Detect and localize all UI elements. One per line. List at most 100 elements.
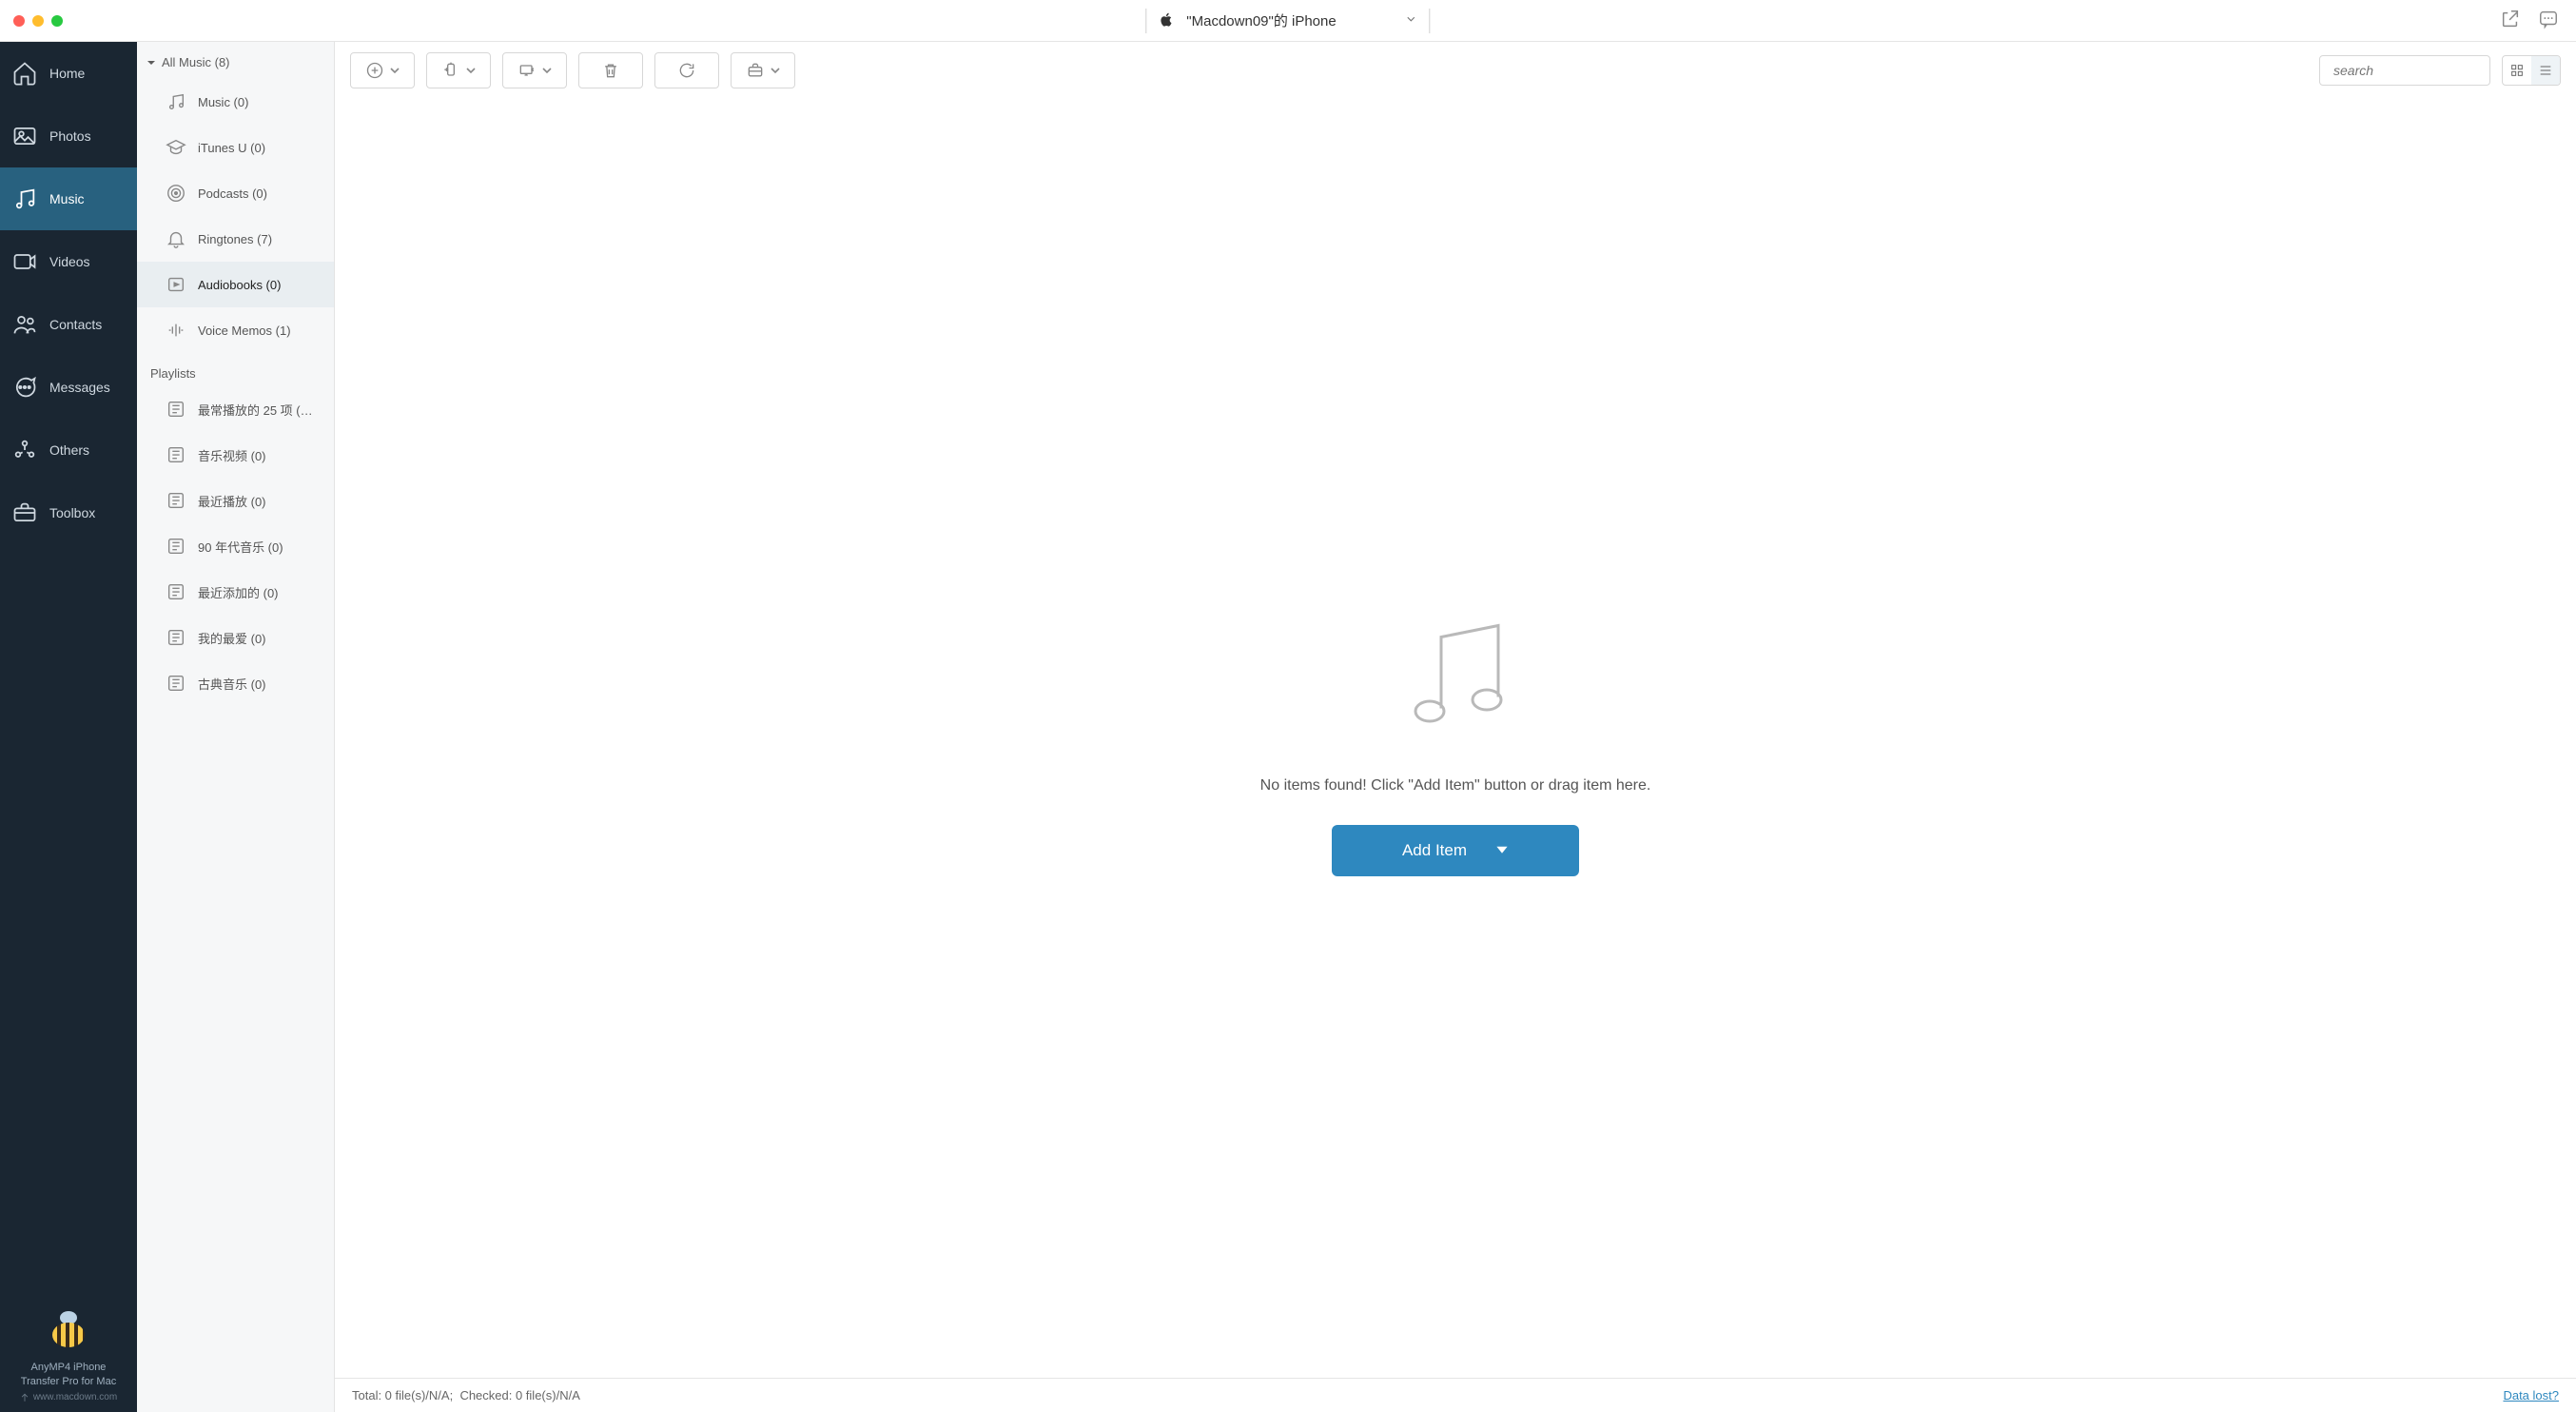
nav-label: Photos [49, 128, 91, 144]
empty-state: No items found! Click "Add Item" button … [335, 99, 2576, 1378]
music-note-icon [166, 91, 186, 112]
playlist-item[interactable]: 90 年代音乐 (0) [137, 523, 334, 569]
chevron-down-icon [390, 61, 400, 80]
share-icon[interactable] [2500, 9, 2521, 32]
nav-others[interactable]: Others [0, 419, 137, 481]
playlist-icon [166, 536, 186, 557]
export-pc-icon [517, 61, 537, 80]
music-icon [11, 186, 38, 212]
list-view-button[interactable] [2531, 56, 2560, 85]
nav-label: Messages [49, 380, 110, 395]
playlist-item[interactable]: 我的最爱 (0) [137, 615, 334, 660]
category-label: iTunes U (0) [198, 141, 265, 155]
all-music-label: All Music (8) [162, 55, 230, 69]
device-name: "Macdown09"的 iPhone [1186, 10, 1336, 30]
bee-logo-icon [43, 1307, 94, 1353]
list-icon [2538, 63, 2553, 78]
playlist-item[interactable]: 音乐视频 (0) [137, 432, 334, 478]
playlist-item[interactable]: 最常播放的 25 项 (… [137, 386, 334, 432]
playlist-item[interactable]: 最近添加的 (0) [137, 569, 334, 615]
content-area: No items found! Click "Add Item" button … [335, 42, 2576, 1412]
playlist-label: 古典音乐 (0) [198, 675, 266, 693]
nav-music[interactable]: Music [0, 167, 137, 230]
playlist-label: 最近添加的 (0) [198, 583, 279, 601]
refresh-icon [677, 61, 696, 80]
others-icon [11, 437, 38, 463]
titlebar: "Macdown09"的 iPhone [0, 0, 2576, 42]
contacts-icon [11, 311, 38, 338]
nav-home[interactable]: Home [0, 42, 137, 105]
audiobook-icon [166, 274, 186, 295]
window-close-button[interactable] [13, 15, 25, 27]
empty-message: No items found! Click "Add Item" button … [1260, 777, 1651, 794]
playlist-label: 最近播放 (0) [198, 492, 266, 510]
plus-circle-icon [365, 61, 384, 80]
category-voicememos[interactable]: Voice Memos (1) [137, 307, 334, 353]
empty-music-icon [1384, 601, 1527, 747]
playlist-icon [166, 490, 186, 511]
brand-line1: AnyMP4 iPhone [0, 1361, 137, 1374]
playlists-section-label: Playlists [137, 353, 334, 386]
status-checked: Checked: 0 file(s)/N/A [459, 1388, 579, 1402]
export-to-pc-button[interactable] [502, 52, 567, 88]
playlist-label: 我的最爱 (0) [198, 629, 266, 647]
nav-messages[interactable]: Messages [0, 356, 137, 419]
chevron-down-icon [466, 61, 476, 80]
category-ringtones[interactable]: Ringtones (7) [137, 216, 334, 262]
feedback-icon[interactable] [2538, 9, 2559, 32]
nav-label: Videos [49, 254, 90, 269]
status-total: Total: 0 file(s)/N/A; [352, 1388, 453, 1402]
category-label: Ringtones (7) [198, 232, 272, 246]
search-box[interactable] [2319, 55, 2490, 86]
import-to-device-button[interactable] [426, 52, 491, 88]
nav-label: Others [49, 442, 89, 458]
nav-label: Music [49, 191, 85, 206]
category-audiobooks[interactable]: Audiobooks (0) [137, 262, 334, 307]
apple-logo-icon [1158, 11, 1175, 30]
playlist-item[interactable]: 最近播放 (0) [137, 478, 334, 523]
device-selector[interactable]: "Macdown09"的 iPhone [1145, 9, 1430, 33]
category-music[interactable]: Music (0) [137, 79, 334, 125]
playlist-icon [166, 581, 186, 602]
grid-view-button[interactable] [2503, 56, 2531, 85]
briefcase-icon [746, 61, 765, 80]
playlist-icon [166, 627, 186, 648]
toolbox-icon [11, 500, 38, 526]
all-music-toggle[interactable]: All Music (8) [137, 42, 334, 79]
playlist-icon [166, 673, 186, 694]
nav-photos[interactable]: Photos [0, 105, 137, 167]
nav-videos[interactable]: Videos [0, 230, 137, 293]
import-device-icon [441, 61, 460, 80]
content-toolbar [335, 42, 2576, 99]
brand-url[interactable]: www.macdown.com [0, 1392, 137, 1402]
toolbox-dropdown-button[interactable] [731, 52, 795, 88]
category-label: Podcasts (0) [198, 186, 267, 201]
triangle-down-icon [146, 58, 156, 68]
delete-button[interactable] [578, 52, 643, 88]
playlist-icon [166, 399, 186, 420]
nav-contacts[interactable]: Contacts [0, 293, 137, 356]
add-item-button[interactable]: Add Item [1332, 825, 1579, 876]
nav-label: Home [49, 66, 85, 81]
nav-toolbox[interactable]: Toolbox [0, 481, 137, 544]
grid-icon [2509, 63, 2525, 78]
playlist-label: 音乐视频 (0) [198, 446, 266, 464]
window-maximize-button[interactable] [51, 15, 63, 27]
window-minimize-button[interactable] [32, 15, 44, 27]
category-label: Audiobooks (0) [198, 278, 281, 292]
videos-icon [11, 248, 38, 275]
add-button[interactable] [350, 52, 415, 88]
chevron-down-icon [1405, 12, 1418, 29]
status-bar: Total: 0 file(s)/N/A; Checked: 0 file(s)… [335, 1378, 2576, 1412]
photos-icon [11, 123, 38, 149]
category-label: Music (0) [198, 95, 248, 109]
brand-area: AnyMP4 iPhone Transfer Pro for Mac www.m… [0, 1307, 137, 1412]
category-podcasts[interactable]: Podcasts (0) [137, 170, 334, 216]
search-input[interactable] [2333, 63, 2507, 78]
refresh-button[interactable] [654, 52, 719, 88]
category-itunesu[interactable]: iTunes U (0) [137, 125, 334, 170]
playlist-icon [166, 444, 186, 465]
data-lost-link[interactable]: Data lost? [2503, 1388, 2559, 1402]
messages-icon [11, 374, 38, 401]
playlist-item[interactable]: 古典音乐 (0) [137, 660, 334, 706]
